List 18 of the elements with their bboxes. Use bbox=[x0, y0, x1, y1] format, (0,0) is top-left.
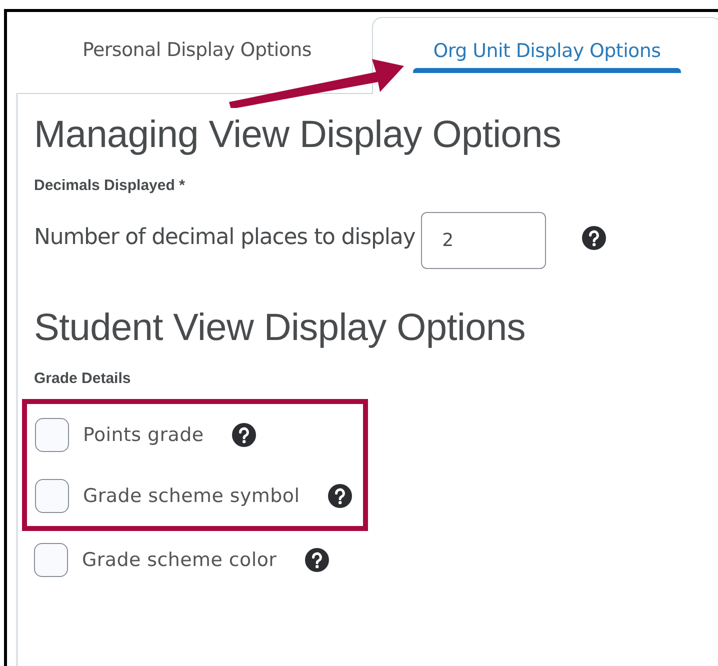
checkbox-label[interactable]: Grade scheme symbol bbox=[83, 484, 300, 506]
group-label: Grade Details bbox=[34, 370, 131, 387]
group-label: Decimals Displayed * bbox=[34, 177, 185, 194]
checkbox[interactable] bbox=[34, 543, 68, 577]
section-heading: Managing View Display Options bbox=[34, 114, 562, 157]
section-heading: Student View Display Options bbox=[34, 307, 526, 350]
help-icon[interactable] bbox=[328, 484, 352, 508]
checkbox-label[interactable]: Points grade bbox=[83, 424, 204, 446]
help-icon[interactable] bbox=[582, 226, 606, 250]
tab[interactable]: Personal Display Options bbox=[22, 17, 372, 93]
help-icon[interactable] bbox=[304, 548, 329, 572]
help-icon[interactable] bbox=[232, 422, 256, 446]
tab[interactable]: Org Unit Display Options bbox=[372, 17, 718, 94]
checkbox[interactable] bbox=[35, 418, 69, 452]
checkbox-label[interactable]: Grade scheme color bbox=[82, 549, 277, 571]
checkbox[interactable] bbox=[35, 478, 69, 512]
field-label: Number of decimal places to display bbox=[34, 225, 416, 250]
input-field[interactable]: 2 bbox=[421, 212, 546, 269]
